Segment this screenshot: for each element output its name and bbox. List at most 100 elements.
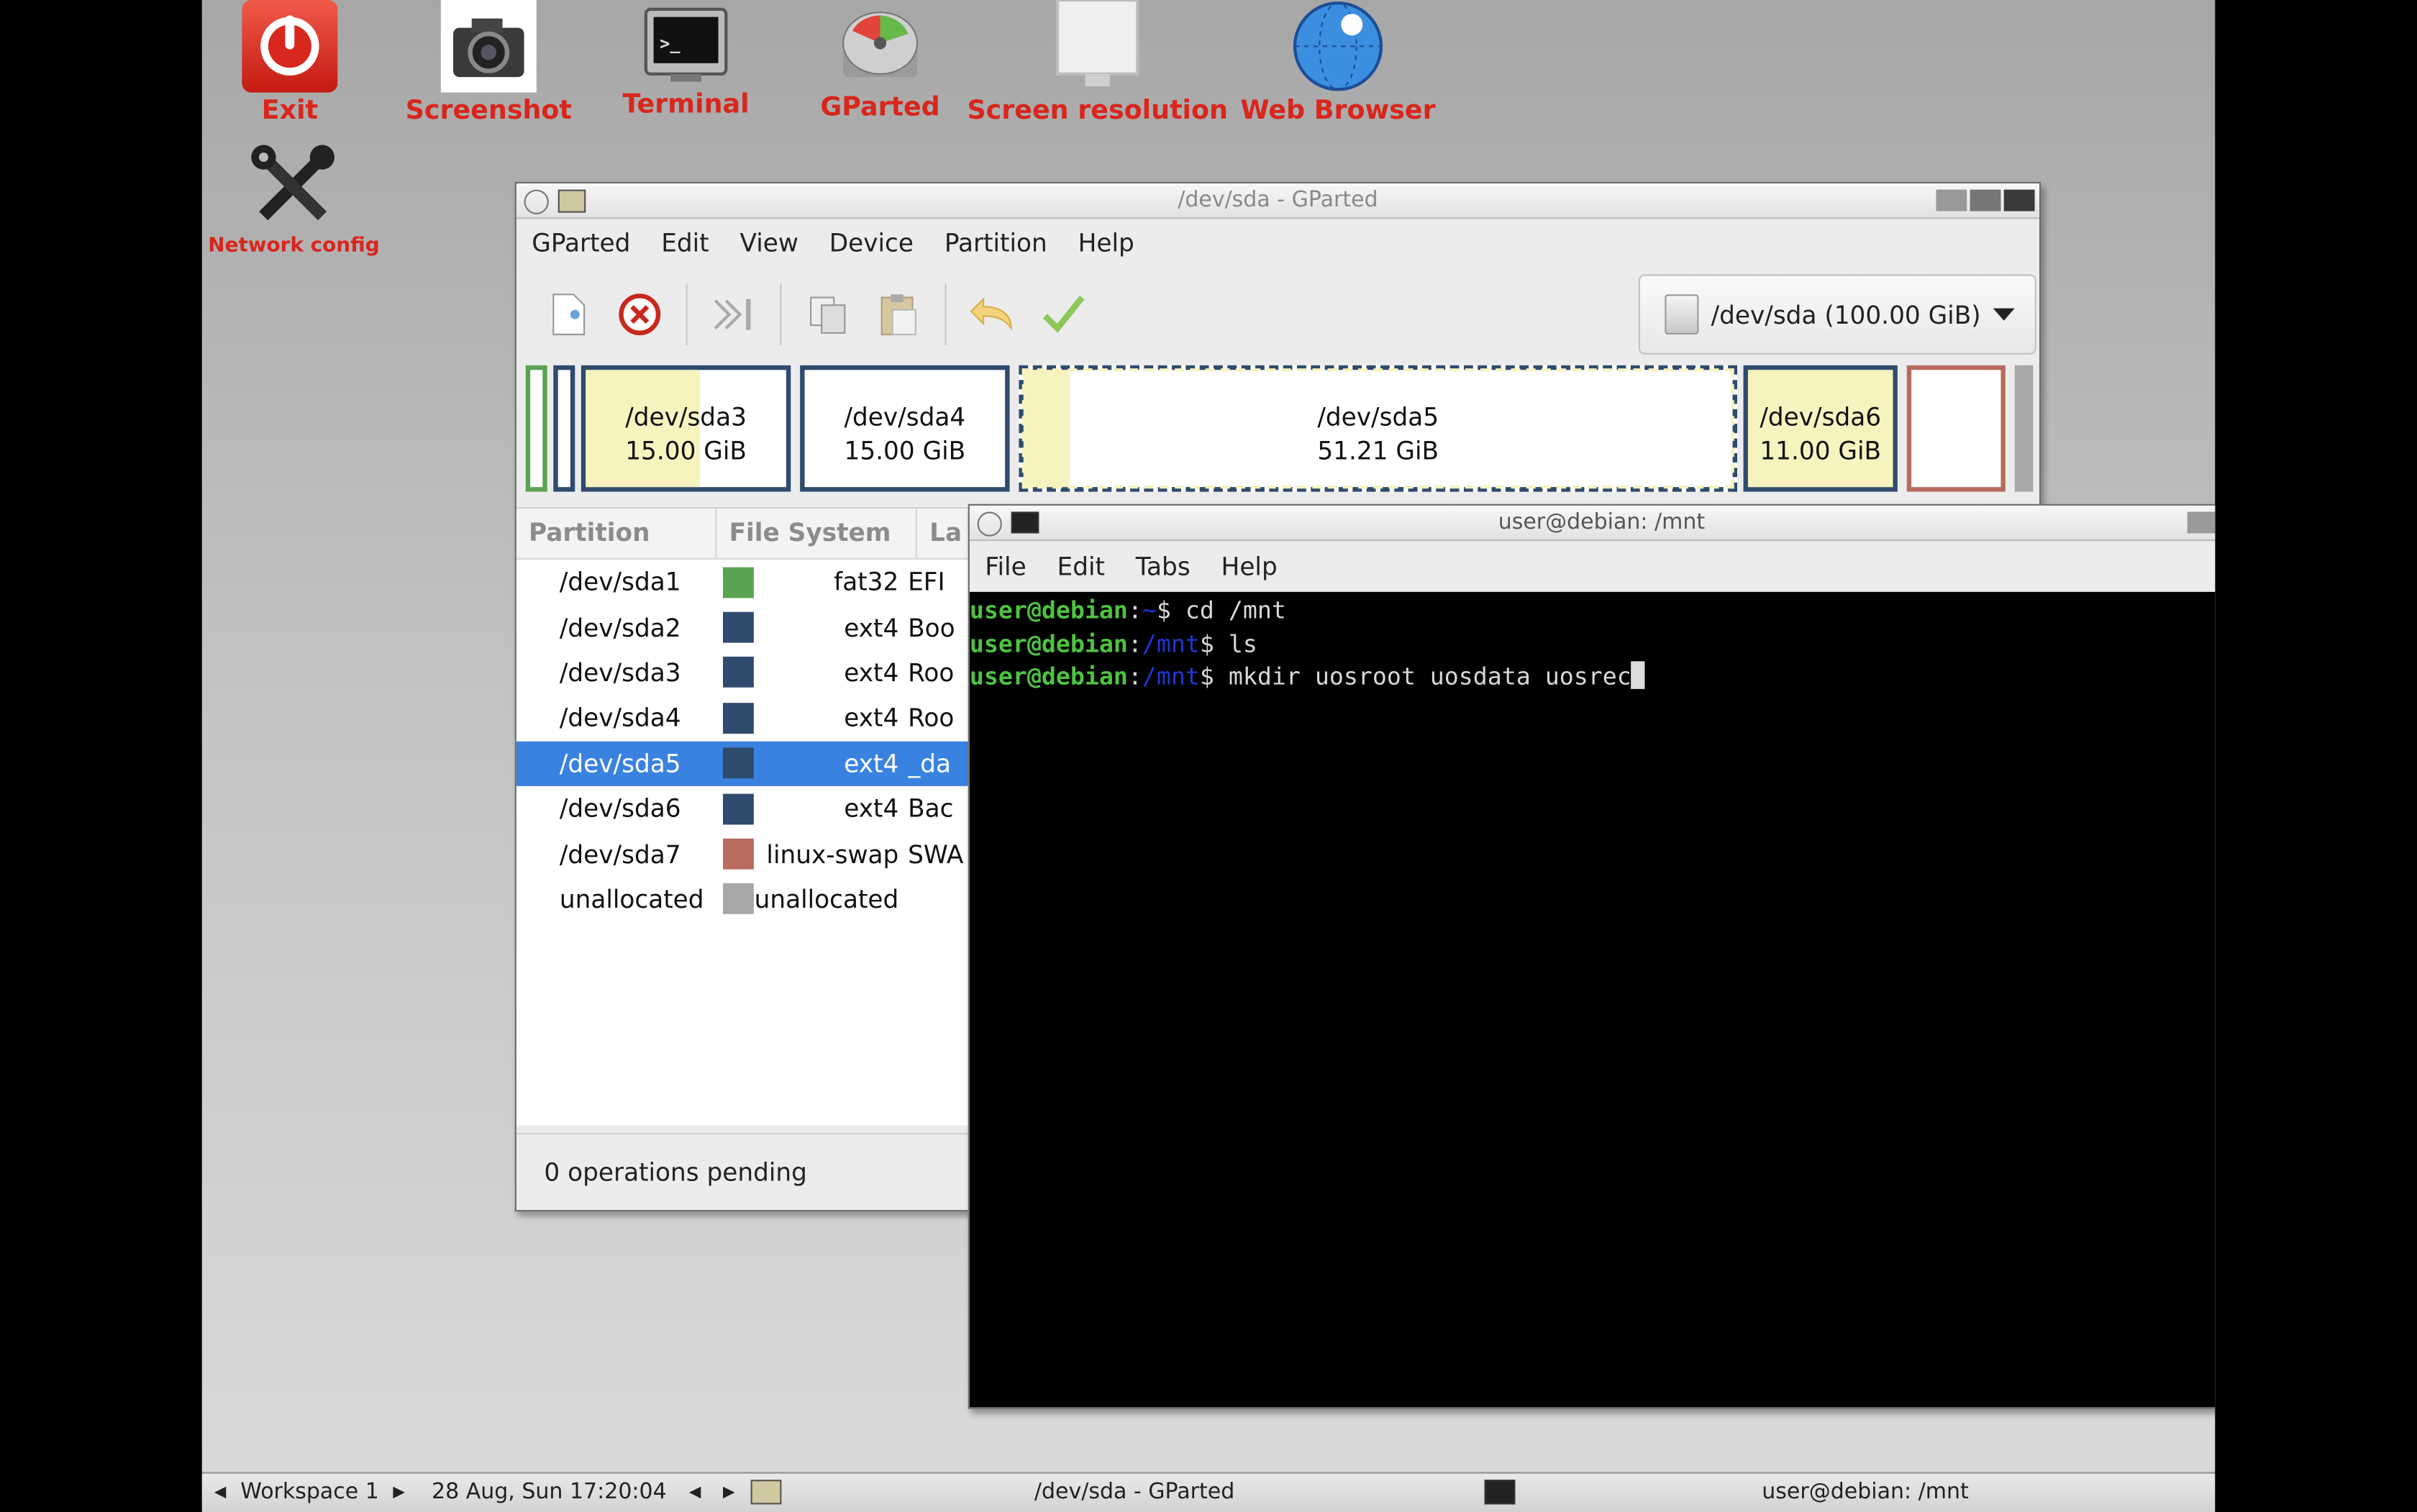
menu-edit[interactable]: Edit bbox=[646, 227, 724, 257]
terminal-window[interactable]: user@debian: /mnt File Edit Tabs Help us… bbox=[968, 504, 2216, 1409]
minimize-button[interactable] bbox=[2187, 511, 2216, 534]
camera-icon bbox=[440, 0, 537, 93]
filesystem-type: ext4 bbox=[844, 657, 899, 688]
task-terminal[interactable]: user@debian: /mnt bbox=[1762, 1474, 1968, 1512]
filesystem-type: ext4 bbox=[844, 793, 899, 824]
desktop-icon-terminal[interactable]: >_ Terminal bbox=[612, 0, 760, 120]
close-button[interactable] bbox=[2003, 189, 2035, 211]
prompt-dir: /mnt bbox=[1142, 663, 1200, 691]
partition-label: Roo bbox=[908, 703, 955, 733]
terminal-line: user@debian:/mnt$ mkdir uosroot uosdata … bbox=[970, 662, 2215, 695]
task-next-arrow[interactable]: ▶ bbox=[723, 1474, 735, 1512]
resize-move-icon[interactable] bbox=[703, 283, 765, 345]
debian-swirl-icon bbox=[524, 189, 549, 214]
terminal-small-icon[interactable] bbox=[1011, 511, 1039, 534]
partition-label: Roo bbox=[908, 657, 955, 688]
terminal-line: user@debian:/mnt$ ls bbox=[970, 629, 2215, 662]
desktop-icon-screen-resolution[interactable]: Screen resolution bbox=[963, 0, 1232, 127]
partition-block-name: /dev/sda5 bbox=[1317, 402, 1439, 432]
partition-block-sda7[interactable] bbox=[1906, 365, 2006, 492]
new-partition-icon[interactable] bbox=[538, 283, 600, 345]
filesystem-color-swatch bbox=[722, 793, 754, 824]
partition-block-sda6[interactable]: /dev/sda6 11.00 GiB bbox=[1743, 365, 1898, 492]
desktop-icon-web-browser[interactable]: Web Browser bbox=[1238, 0, 1439, 127]
command-text: ls bbox=[1228, 629, 1257, 658]
workspace-next-arrow[interactable]: ▶ bbox=[393, 1474, 405, 1512]
terminal-task-icon[interactable] bbox=[1484, 1480, 1516, 1505]
partition-map: /dev/sda3 15.00 GiB /dev/sda4 15.00 GiB /d… bbox=[525, 365, 2034, 501]
prompt-colon: : bbox=[1127, 629, 1142, 658]
taskbar: ◀ Workspace 1 ▶ 28 Aug, Sun 17:20:04 ◀ ▶… bbox=[201, 1472, 2216, 1512]
desktop-icon-exit[interactable]: Exit bbox=[236, 0, 344, 127]
device-selector[interactable]: /dev/sda (100.00 GiB) bbox=[1638, 274, 2036, 355]
menu-help[interactable]: Help bbox=[1206, 551, 1293, 580]
partition-list: Partition File System La /dev/sda1 fat32 E… bbox=[516, 507, 979, 1126]
partition-row[interactable]: /dev/sda2 ext4 Boo bbox=[516, 605, 979, 650]
desktop-icon-screenshot[interactable]: Screenshot bbox=[399, 0, 578, 127]
prompt-user: user@debian bbox=[969, 629, 1128, 658]
task-gparted[interactable]: /dev/sda - GParted bbox=[1034, 1474, 1234, 1512]
partition-block-sda2[interactable] bbox=[553, 365, 575, 492]
task-prev-arrow[interactable]: ◀ bbox=[689, 1474, 701, 1512]
partition-name: /dev/sda4 bbox=[559, 703, 681, 733]
toolbar-separator bbox=[780, 283, 782, 345]
tools-icon bbox=[245, 142, 341, 231]
menu-file[interactable]: File bbox=[970, 551, 1042, 580]
prompt-colon: : bbox=[1127, 663, 1142, 691]
terminal-line: user@debian:~$ cd /mnt bbox=[970, 595, 2215, 628]
column-file-system[interactable]: File System bbox=[716, 509, 917, 558]
copy-icon[interactable] bbox=[797, 283, 859, 345]
gparted-task-icon[interactable] bbox=[750, 1480, 782, 1505]
device-selector-label: /dev/sda (100.00 GiB) bbox=[1711, 299, 1981, 329]
column-partition[interactable]: Partition bbox=[516, 509, 717, 558]
partition-row[interactable]: /dev/sda1 fat32 EFI bbox=[516, 560, 979, 605]
terminal-icon: >_ bbox=[643, 0, 729, 86]
menu-edit[interactable]: Edit bbox=[1042, 551, 1120, 580]
paste-icon[interactable] bbox=[868, 283, 929, 345]
menu-partition[interactable]: Partition bbox=[929, 227, 1062, 257]
desktop-icon-label: Exit bbox=[261, 95, 318, 127]
menu-view[interactable]: View bbox=[724, 227, 814, 257]
menu-gparted[interactable]: GParted bbox=[516, 227, 646, 257]
partition-row[interactable]: unallocated unallocated bbox=[516, 877, 979, 922]
terminal-output[interactable]: user@debian:~$ cd /mnt user@debian:/mnt$ … bbox=[969, 591, 2216, 1408]
menu-help[interactable]: Help bbox=[1062, 227, 1150, 257]
workspace-prev-arrow[interactable]: ◀ bbox=[214, 1474, 227, 1512]
filesystem-type: ext4 bbox=[844, 748, 899, 778]
menu-device[interactable]: Device bbox=[814, 227, 929, 257]
partition-name: /dev/sda6 bbox=[559, 793, 681, 824]
partition-block-name: /dev/sda4 bbox=[844, 402, 966, 432]
desktop-icon-label: Screenshot bbox=[405, 95, 572, 127]
terminal-titlebar[interactable]: user@debian: /mnt bbox=[969, 505, 2216, 542]
partition-row[interactable]: /dev/sda4 ext4 Roo bbox=[516, 696, 979, 741]
partition-block-sda1[interactable] bbox=[525, 365, 547, 492]
prompt-user: user@debian bbox=[969, 596, 1128, 624]
clock: 28 Aug, Sun 17:20:04 bbox=[432, 1480, 667, 1505]
minimize-button[interactable] bbox=[1936, 189, 1967, 211]
desktop-icon-gparted[interactable]: GParted bbox=[806, 0, 955, 123]
partition-block-sda3[interactable]: /dev/sda3 15.00 GiB bbox=[581, 365, 791, 492]
partition-row[interactable]: /dev/sda3 ext4 Roo bbox=[516, 650, 979, 696]
partition-label: EFI bbox=[908, 567, 945, 597]
apply-icon[interactable] bbox=[1033, 283, 1095, 345]
undo-icon[interactable] bbox=[962, 283, 1024, 345]
globe-icon bbox=[1291, 0, 1386, 93]
svg-text:>_: >_ bbox=[660, 34, 681, 54]
partition-block-sda5[interactable]: /dev/sda5 51.21 GiB bbox=[1019, 365, 1737, 492]
partition-label: Bac bbox=[908, 793, 954, 824]
partition-name: /dev/sda2 bbox=[559, 612, 681, 642]
delete-icon[interactable] bbox=[609, 283, 670, 345]
menu-tabs[interactable]: Tabs bbox=[1120, 551, 1206, 580]
maximize-button[interactable] bbox=[1970, 189, 2001, 211]
gparted-titlebar[interactable]: /dev/sda - GParted bbox=[516, 183, 2039, 219]
workspace-label[interactable]: Workspace 1 bbox=[240, 1474, 379, 1512]
filesystem-color-swatch bbox=[722, 838, 754, 870]
partition-row[interactable]: /dev/sda7 linux-swap SWA bbox=[516, 832, 979, 877]
partition-block-unallocated[interactable] bbox=[2014, 365, 2034, 492]
partition-label: _da bbox=[908, 748, 952, 778]
partition-row[interactable]: /dev/sda6 ext4 Bac bbox=[516, 786, 979, 832]
desktop-icon-network-config[interactable]: Network config bbox=[208, 142, 380, 258]
partition-block-sda4[interactable]: /dev/sda4 15.00 GiB bbox=[800, 365, 1010, 492]
partition-row[interactable]: /dev/sda5 ext4 _da bbox=[516, 740, 979, 786]
window-menu-icon[interactable] bbox=[557, 189, 586, 213]
